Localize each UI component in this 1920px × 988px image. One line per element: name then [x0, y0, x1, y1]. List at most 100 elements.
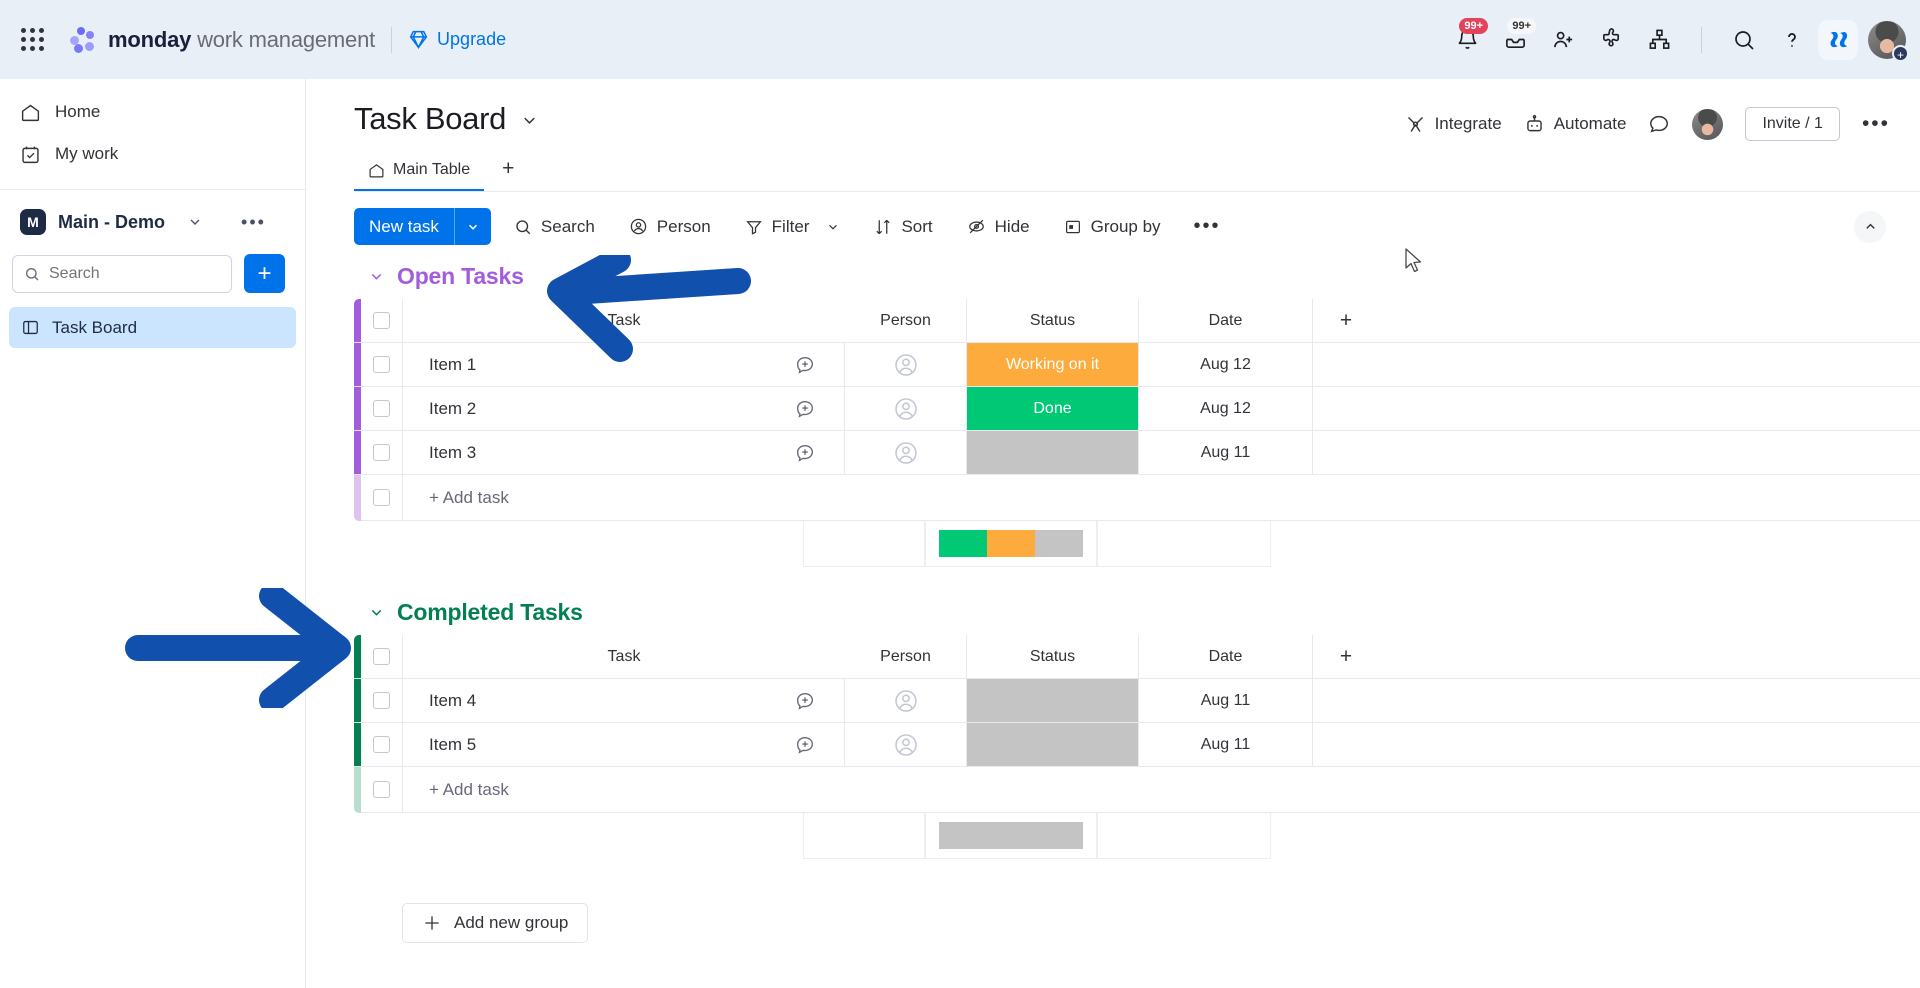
group-title[interactable]: Completed Tasks — [397, 599, 583, 626]
activity-chat-icon[interactable] — [1648, 113, 1670, 135]
chevron-down-icon[interactable] — [368, 604, 385, 621]
row-checkbox[interactable] — [373, 489, 390, 506]
avatar-add-badge[interactable]: + — [1892, 44, 1909, 62]
cell-date[interactable]: Aug 11 — [1139, 679, 1313, 722]
row-select-cell[interactable] — [361, 723, 403, 766]
chevron-down-icon[interactable] — [826, 220, 840, 234]
row-checkbox[interactable] — [373, 444, 390, 461]
row-chat-button[interactable] — [765, 723, 845, 766]
row-select-cell[interactable] — [361, 767, 403, 813]
column-header-task[interactable]: Task — [403, 299, 845, 342]
cell-task-name[interactable]: Item 1 — [403, 343, 765, 386]
notifications-bell-icon[interactable]: 99+ — [1445, 17, 1489, 62]
add-column-button[interactable]: + — [1313, 635, 1379, 678]
add-new-group-button[interactable]: Add new group — [402, 903, 589, 943]
toolbar-filter-button[interactable]: Filter — [734, 210, 852, 244]
row-select-cell[interactable] — [361, 431, 403, 474]
cell-person[interactable] — [845, 723, 967, 766]
cell-date[interactable]: Aug 11 — [1139, 723, 1313, 766]
add-task-label[interactable]: + Add task — [403, 767, 1920, 813]
table-row[interactable]: Item 3 Aug 11 — [354, 431, 1920, 475]
inbox-icon[interactable]: 99+ — [1493, 17, 1537, 62]
toolbar-more-button[interactable]: ••• — [1182, 211, 1233, 242]
upgrade-button[interactable]: Upgrade — [408, 29, 506, 50]
cell-date[interactable]: Aug 12 — [1139, 343, 1313, 386]
add-view-button[interactable]: + — [488, 153, 528, 191]
chevron-down-icon[interactable] — [368, 268, 385, 285]
cell-task-name[interactable]: Item 5 — [403, 723, 765, 766]
toolbar-search-button[interactable]: Search — [503, 210, 606, 244]
search-input[interactable] — [49, 264, 220, 283]
cell-status[interactable]: Working on it — [967, 343, 1139, 386]
summary-status[interactable] — [925, 521, 1097, 567]
select-all-cell[interactable] — [361, 635, 403, 678]
search-input-wrapper[interactable] — [12, 254, 232, 293]
select-all-cell[interactable] — [361, 299, 403, 342]
sidebar-item-my-work[interactable]: My work — [0, 133, 305, 175]
cell-person[interactable] — [845, 387, 967, 430]
column-header-task[interactable]: Task — [403, 635, 845, 678]
column-header-date[interactable]: Date — [1139, 635, 1313, 678]
add-task-label[interactable]: + Add task — [403, 475, 1920, 521]
select-all-checkbox[interactable] — [373, 312, 390, 329]
row-select-cell[interactable] — [361, 387, 403, 430]
row-select-cell[interactable] — [361, 343, 403, 386]
cell-task-name[interactable]: Item 3 — [403, 431, 765, 474]
toolbar-group-by-button[interactable]: Group by — [1053, 210, 1172, 244]
row-chat-button[interactable] — [765, 679, 845, 722]
user-avatar[interactable]: + — [1868, 20, 1909, 62]
row-checkbox[interactable] — [373, 692, 390, 709]
row-chat-button[interactable] — [765, 387, 845, 430]
summary-status[interactable] — [925, 813, 1097, 859]
workspace-more-button[interactable]: ••• — [241, 212, 266, 233]
toolbar-hide-button[interactable]: Hide — [956, 210, 1041, 244]
cell-person[interactable] — [845, 431, 967, 474]
cell-status[interactable]: Done — [967, 387, 1139, 430]
monday-brand-logo[interactable]: monday work management — [68, 26, 375, 54]
chevron-down-icon[interactable] — [455, 208, 491, 245]
invite-button[interactable]: Invite / 1 — [1745, 107, 1840, 141]
toolbar-person-button[interactable]: Person — [618, 210, 722, 244]
integrate-button[interactable]: Integrate — [1405, 114, 1502, 135]
column-header-person[interactable]: Person — [845, 635, 967, 678]
table-row[interactable]: Item 1 Working on it Aug 12 — [354, 343, 1920, 387]
add-task-row[interactable]: + Add task — [354, 475, 1920, 521]
board-more-button[interactable]: ••• — [1862, 112, 1890, 136]
chevron-down-icon[interactable] — [187, 214, 203, 230]
row-checkbox[interactable] — [373, 736, 390, 753]
invite-member-icon[interactable] — [1541, 18, 1585, 62]
row-checkbox[interactable] — [373, 781, 390, 798]
search-icon[interactable] — [1722, 18, 1766, 62]
cell-status[interactable] — [967, 431, 1139, 474]
new-task-button[interactable]: New task — [354, 208, 491, 245]
cell-date[interactable]: Aug 12 — [1139, 387, 1313, 430]
cell-status[interactable] — [967, 679, 1139, 722]
table-row[interactable]: Item 2 Done Aug 12 — [354, 387, 1920, 431]
workspace-row[interactable]: M Main - Demo ••• — [0, 202, 305, 242]
apps-grid-icon[interactable] — [16, 23, 50, 57]
cell-date[interactable]: Aug 11 — [1139, 431, 1313, 474]
org-chart-icon[interactable] — [1637, 18, 1681, 62]
add-column-button[interactable]: + — [1313, 299, 1379, 342]
automate-button[interactable]: Automate — [1524, 114, 1626, 135]
monday-ai-icon[interactable] — [1818, 19, 1858, 60]
chevron-up-icon[interactable] — [1854, 210, 1886, 243]
column-header-status[interactable]: Status — [967, 635, 1139, 678]
tab-main-table[interactable]: Main Table — [354, 155, 485, 191]
board-owner-avatar[interactable] — [1692, 108, 1724, 140]
row-checkbox[interactable] — [373, 356, 390, 373]
cell-status[interactable] — [967, 723, 1139, 766]
row-select-cell[interactable] — [361, 679, 403, 722]
add-board-button[interactable]: + — [244, 254, 285, 293]
select-all-checkbox[interactable] — [373, 648, 390, 665]
cell-person[interactable] — [845, 343, 967, 386]
table-row[interactable]: Item 5 Aug 11 — [354, 723, 1920, 767]
cell-task-name[interactable]: Item 4 — [403, 679, 765, 722]
chevron-down-icon[interactable] — [520, 111, 539, 130]
row-chat-button[interactable] — [765, 431, 845, 474]
toolbar-sort-button[interactable]: Sort — [863, 210, 943, 244]
row-select-cell[interactable] — [361, 475, 403, 521]
table-row[interactable]: Item 4 Aug 11 — [354, 679, 1920, 723]
cell-person[interactable] — [845, 679, 967, 722]
sidebar-item-task-board[interactable]: Task Board — [9, 307, 296, 348]
